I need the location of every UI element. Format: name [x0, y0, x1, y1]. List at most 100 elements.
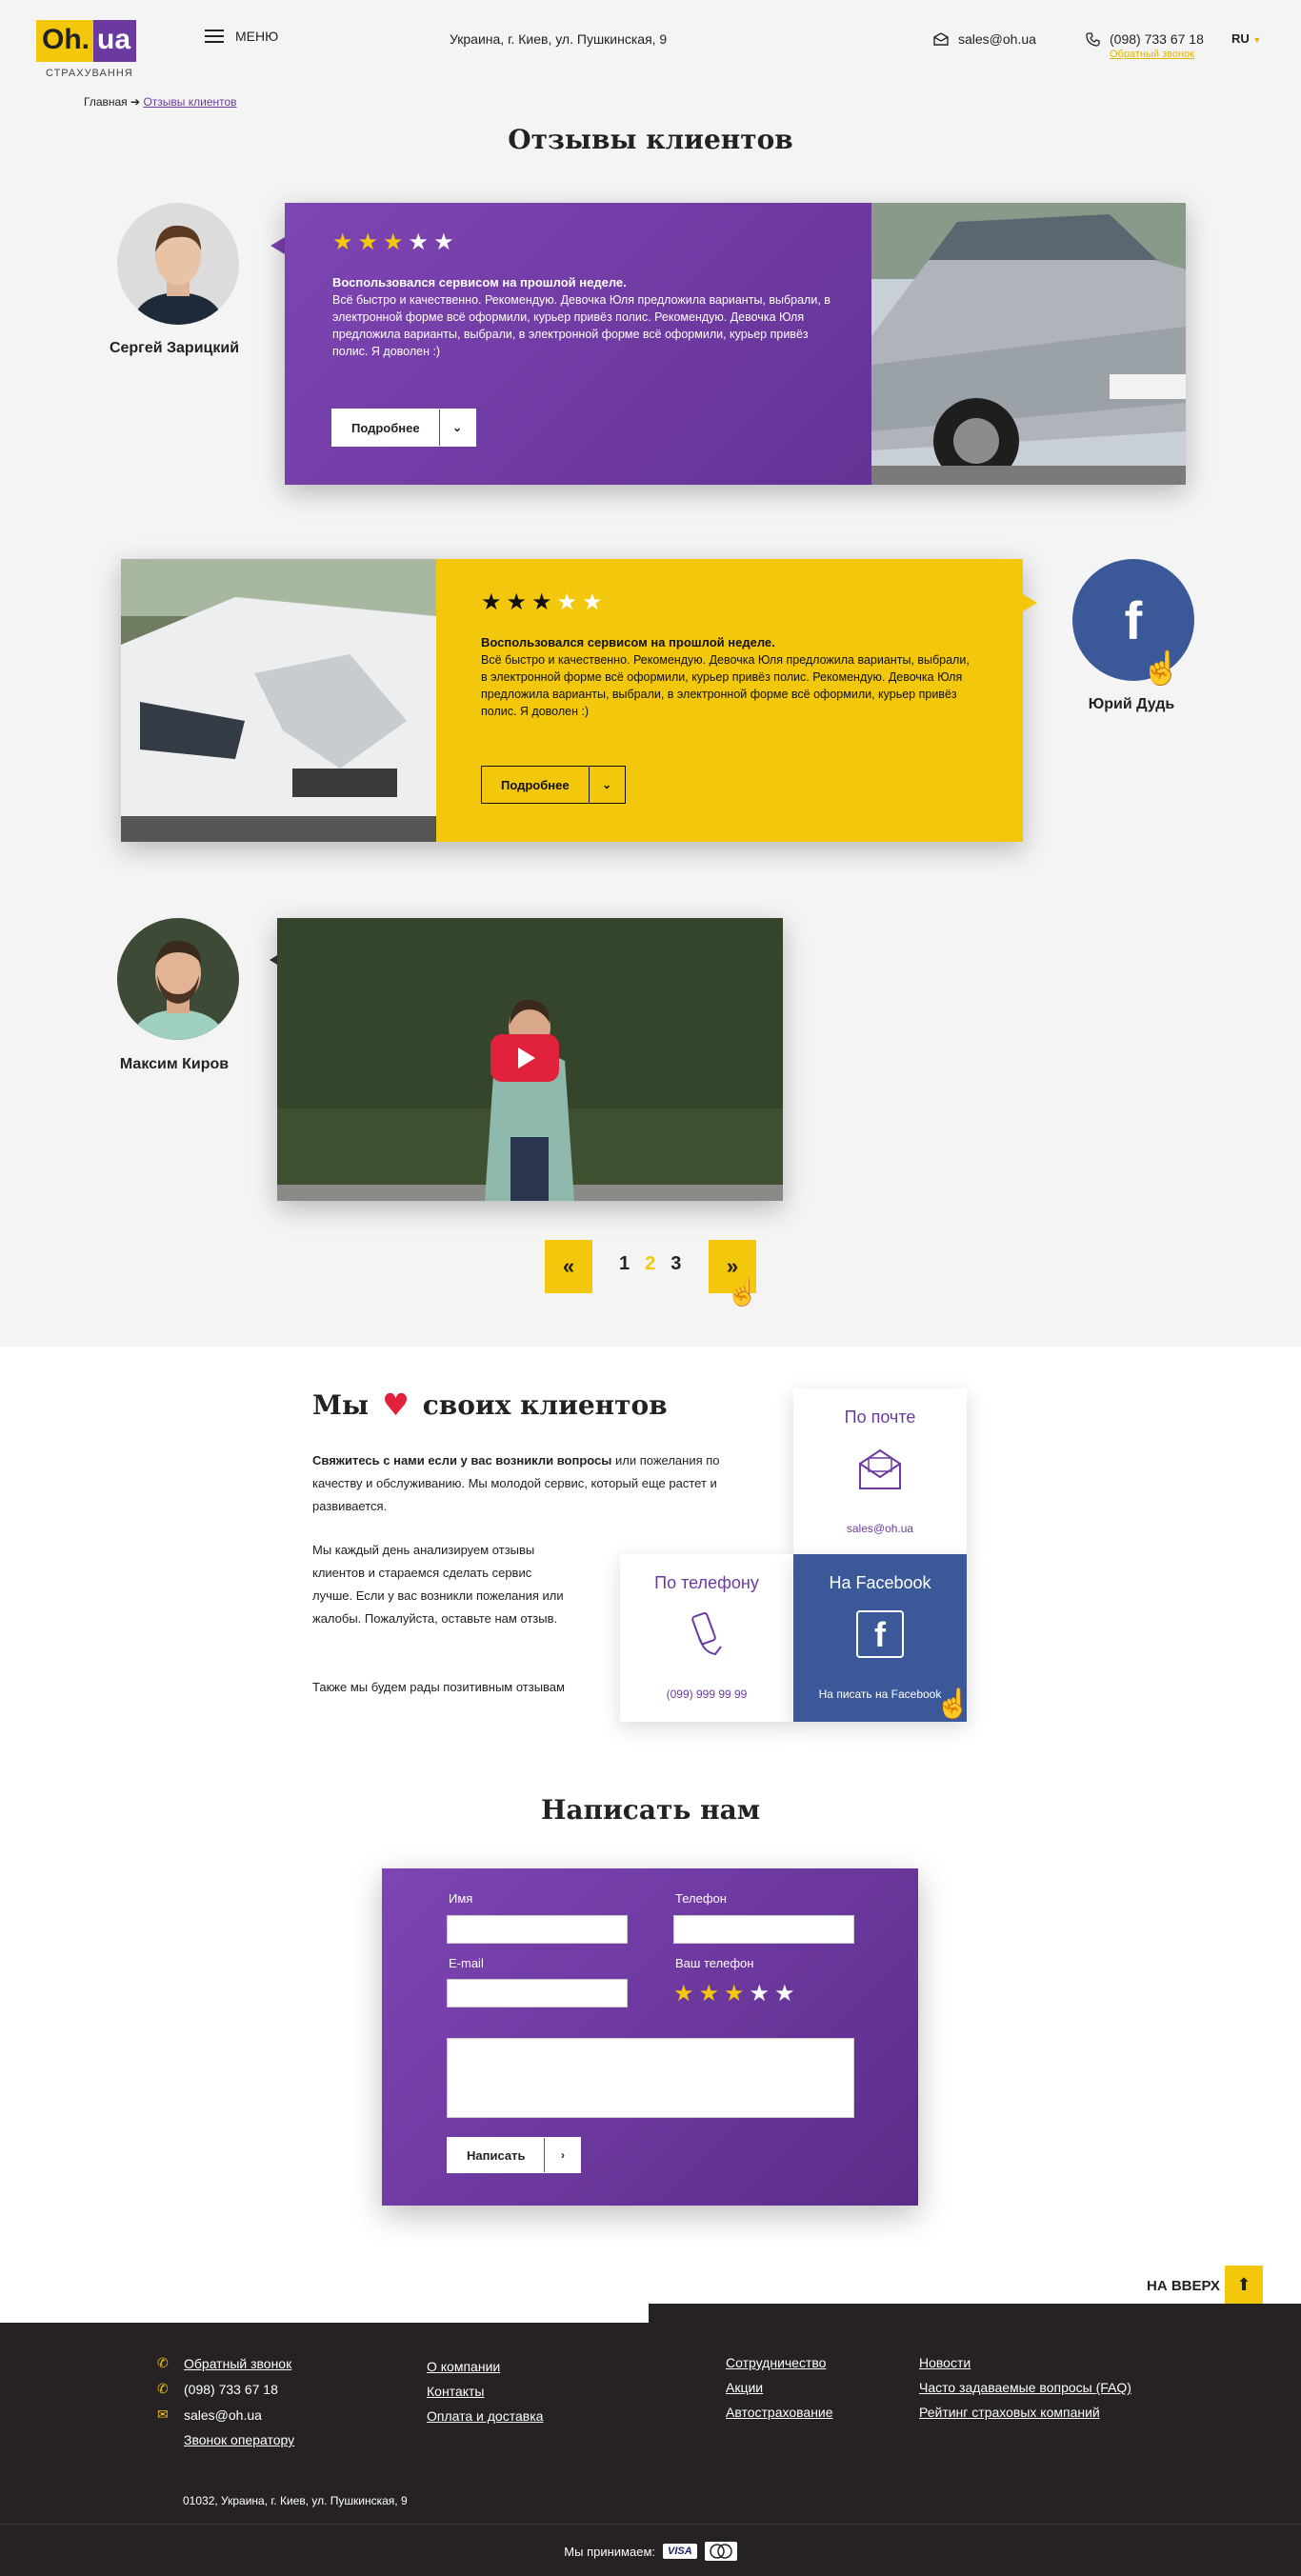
- submit-button[interactable]: Написать ›: [447, 2137, 582, 2173]
- card-pointer: [270, 237, 285, 254]
- page-1[interactable]: 1: [619, 1253, 630, 1275]
- arrow-up-icon: ⬆: [1236, 2274, 1251, 2294]
- header-callback-link[interactable]: Обратный звонок: [1110, 49, 1194, 60]
- feedback-form: Имя Телефон E-mail Ваш телефон ★ ★ ★ ★ ★…: [382, 1868, 918, 2206]
- rating-input[interactable]: ★ ★ ★ ★ ★: [673, 1983, 795, 2006]
- menu-label: МЕНЮ: [235, 29, 279, 44]
- mastercard-logo: [704, 2542, 737, 2561]
- name-field[interactable]: [447, 1915, 628, 1944]
- to-top-button[interactable]: ⬆: [1225, 2266, 1263, 2304]
- email-field[interactable]: [447, 1979, 628, 2007]
- language-selector[interactable]: RU ▼: [1231, 31, 1261, 46]
- page-2-current[interactable]: 2: [645, 1253, 655, 1275]
- facebook-icon: f: [856, 1610, 904, 1658]
- footer-phone[interactable]: (098) 733 67 18: [184, 2382, 278, 2397]
- star-icon[interactable]: ★: [724, 1983, 745, 2006]
- name-label: Имя: [449, 1891, 473, 1906]
- hamburger-icon: [205, 30, 224, 43]
- footer-link[interactable]: Оплата и доставка: [427, 2408, 543, 2424]
- review-video[interactable]: [277, 918, 783, 1201]
- accept-label: Мы принимаем:: [564, 2544, 656, 2559]
- logo[interactable]: Oh. ua СТРАХУВАННЯ: [36, 20, 145, 81]
- play-button[interactable]: [490, 1034, 559, 1082]
- footer-link[interactable]: Контакты: [427, 2384, 543, 2399]
- footer-link[interactable]: Сотрудничество: [726, 2355, 833, 2370]
- phone-icon: ✆: [157, 2355, 169, 2370]
- page-title: Отзывы клиентов: [508, 124, 793, 155]
- footer-contacts: ✆ Обратный звонок ✆ (098) 733 67 18 ✉ sa…: [157, 2355, 294, 2447]
- star-icon: ★: [582, 589, 603, 615]
- more-button[interactable]: Подробнее ⌄: [481, 766, 626, 804]
- review-text: Всё быстро и качественно. Рекомендую. Де…: [332, 293, 831, 358]
- footer-link[interactable]: Новости: [919, 2355, 1131, 2370]
- love-p1-bold: Свяжитесь с нами если у вас возникли воп…: [312, 1453, 612, 1468]
- hand-pointer-icon: ☝: [1141, 650, 1182, 687]
- review-text: Всё быстро и качественно. Рекомендую. Де…: [481, 653, 970, 718]
- arrow-right-icon: ➔: [130, 95, 141, 109]
- footer-link[interactable]: О компании: [427, 2359, 543, 2374]
- page-3[interactable]: 3: [671, 1253, 681, 1275]
- footer-address: 01032, Украина, г. Киев, ул. Пушкинская,…: [183, 2494, 408, 2507]
- logo-subtitle: СТРАХУВАННЯ: [46, 68, 133, 79]
- footer-col-2: О компании Контакты Оплата и доставка: [427, 2359, 543, 2424]
- header-address: Украина, г. Киев, ул. Пушкинская, 9: [450, 31, 668, 47]
- menu-button[interactable]: МЕНЮ: [205, 29, 278, 44]
- header-email-link[interactable]: sales@oh.ua: [933, 31, 1036, 47]
- facebook-title: На Facebook: [829, 1573, 931, 1592]
- footer-link[interactable]: Часто задаваемые вопросы (FAQ): [919, 2380, 1131, 2395]
- payment-methods: Мы принимаем: VISA: [0, 2542, 1301, 2561]
- chevron-down-icon: ▼: [1252, 35, 1262, 45]
- mail-value: sales@oh.ua: [846, 1522, 914, 1535]
- footer-email[interactable]: sales@oh.ua: [184, 2407, 262, 2423]
- star-icon: ★: [506, 589, 528, 615]
- star-icon: ★: [556, 589, 578, 615]
- phone-icon: ✆: [157, 2381, 169, 2396]
- star-icon: ★: [357, 230, 379, 255]
- star-icon[interactable]: ★: [774, 1983, 795, 2006]
- author-name: Сергей Зарицкий: [109, 340, 240, 356]
- star-icon: ★: [383, 230, 404, 255]
- language-label: RU: [1231, 31, 1250, 46]
- card-pointer: [1023, 594, 1037, 611]
- more-button-label: Подробнее: [501, 777, 570, 792]
- footer-link[interactable]: Акции: [726, 2380, 833, 2395]
- footer-link[interactable]: Рейтинг страховых компаний: [919, 2405, 1131, 2420]
- avatar-maxim: [117, 918, 239, 1040]
- footer: ✆ Обратный звонок ✆ (098) 733 67 18 ✉ sa…: [0, 2323, 1301, 2576]
- star-icon: ★: [481, 589, 502, 615]
- star-icon[interactable]: ★: [699, 1983, 720, 2006]
- review-headline: Воспользовался сервисом на прошлой недел…: [332, 275, 627, 290]
- love-paragraph-3: Также мы будем рады позитивным отзывам: [312, 1680, 565, 1694]
- love-title: Мы ♥ своих клиентов: [312, 1387, 668, 1423]
- footer-col-3: Сотрудничество Акции Автострахование: [726, 2355, 833, 2420]
- more-button[interactable]: Подробнее ⌄: [331, 409, 476, 447]
- header-phone-link[interactable]: (098) 733 67 18: [1086, 31, 1204, 47]
- envelope-icon: ✉: [157, 2406, 169, 2422]
- header-phone: (098) 733 67 18: [1110, 31, 1204, 47]
- star-icon[interactable]: ★: [750, 1983, 771, 2006]
- author-name: Юрий Дудь: [1088, 696, 1175, 712]
- phone-field[interactable]: [673, 1915, 854, 1944]
- breadcrumb-home[interactable]: Главная: [84, 95, 128, 109]
- footer-link[interactable]: Автострахование: [726, 2405, 833, 2420]
- love-title-start: Мы: [312, 1388, 370, 1421]
- hand-pointer-icon: ☝: [935, 1688, 971, 1720]
- star-icon: ★: [408, 230, 430, 255]
- breadcrumb-current[interactable]: Отзывы клиентов: [143, 95, 236, 109]
- submit-label: Написать: [467, 2147, 526, 2163]
- review-card: ★ ★ ★ ★ ★ Воспользовался сервисом на про…: [121, 559, 1023, 842]
- contact-tile-mail[interactable]: По почте sales@oh.ua: [793, 1388, 967, 1556]
- contact-tile-phone[interactable]: По телефону (099) 999 99 99: [620, 1554, 793, 1722]
- star-icon: ★: [531, 589, 552, 615]
- footer-callback[interactable]: Обратный звонок: [184, 2356, 291, 2371]
- author-name: Максим Киров: [119, 1056, 230, 1072]
- logo-ua: ua: [93, 20, 137, 62]
- phone-value: (099) 999 99 99: [666, 1687, 748, 1701]
- star-icon[interactable]: ★: [673, 1983, 694, 2006]
- rating-stars: ★ ★ ★ ★ ★: [481, 591, 976, 614]
- to-top-label[interactable]: НА ВВЕРХ: [1147, 2278, 1220, 2294]
- pagination-prev[interactable]: «: [545, 1240, 592, 1293]
- chevron-down-icon: ⌄: [438, 409, 475, 446]
- message-field[interactable]: [447, 2038, 854, 2118]
- footer-operator[interactable]: Звонок оператору: [184, 2432, 294, 2447]
